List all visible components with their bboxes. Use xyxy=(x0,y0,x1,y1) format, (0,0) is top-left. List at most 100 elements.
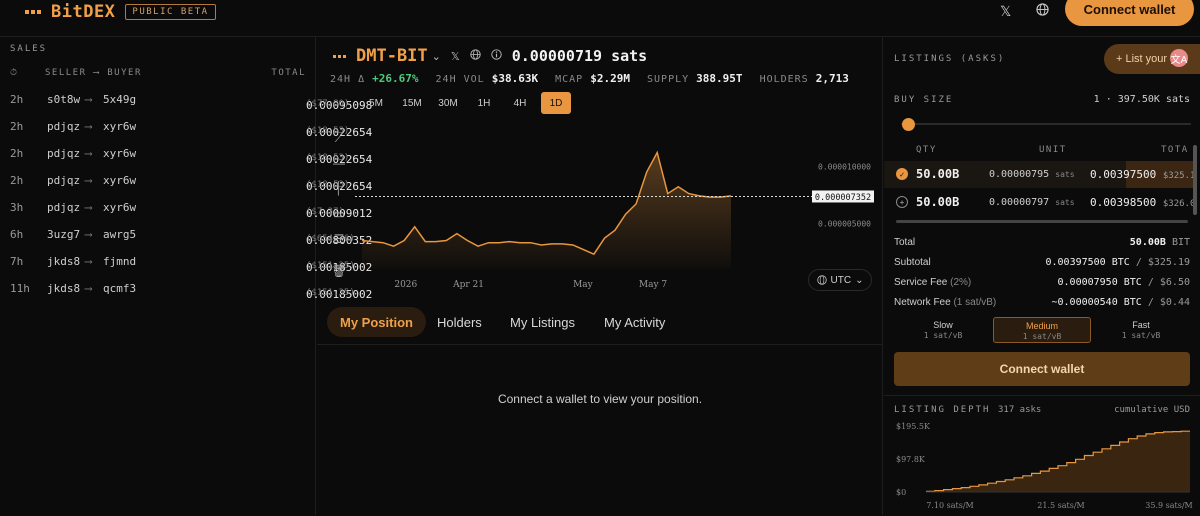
connect-wallet-main-button[interactable]: Connect wallet xyxy=(894,352,1190,386)
beta-badge: PUBLIC BETA xyxy=(125,4,216,20)
buy-size-label: BUY SIZE xyxy=(894,95,954,105)
check-icon[interactable]: ✓ xyxy=(896,168,908,180)
depth-area xyxy=(926,431,1190,492)
sale-age: 7h xyxy=(10,255,24,268)
connect-wallet-button[interactable]: Connect wallet xyxy=(1065,0,1194,26)
buy-size-slider-handle[interactable] xyxy=(902,118,915,131)
arrow-right-icon: ⟶ xyxy=(85,201,92,214)
sale-seller[interactable]: jkds8 xyxy=(47,282,80,295)
depth-y-tick: $195.5K xyxy=(896,422,931,431)
sales-row[interactable]: 3h pdjqz ⟶ xyr6w 0.00009012 ($7.37) xyxy=(0,195,372,222)
sales-row[interactable]: 6h 3uzg7 ⟶ awrg5 0.00800352 ($654.76) xyxy=(0,222,372,249)
ask-total: 0.00397500 $325.1 xyxy=(1090,168,1196,181)
sale-seller[interactable]: pdjqz xyxy=(47,120,80,133)
sales-row[interactable]: 7h jkds8 ⟶ fjmnd 0.00185002 ($151.35) xyxy=(0,249,372,276)
y-tick-label: 0.000010000 xyxy=(818,162,871,171)
add-icon[interactable]: + xyxy=(896,196,908,208)
fee-rate: 1 sat/vB xyxy=(1022,332,1062,341)
price-chart[interactable]: 0.000007352 0.000010000 0.000005000 2026 Apr… xyxy=(317,37,883,299)
sales-row[interactable]: 2h pdjqz ⟶ xyr6w 0.00022654 ($18.53) xyxy=(0,168,372,195)
sale-buyer[interactable]: xyr6w xyxy=(103,201,136,214)
buy-size-track[interactable] xyxy=(901,123,1191,125)
ask-row[interactable]: +50.00B 0.00000797 sats 0.00398500 $326.0 xyxy=(884,189,1196,216)
ask-unit: 0.00000797 sats xyxy=(989,197,1075,208)
x-tick-label: 2026 xyxy=(394,280,417,290)
y-tick-label: 0.000005000 xyxy=(818,219,871,228)
ask-row[interactable]: ✓ 50.00B 0.00000795 sats 0.00397500 $325.1 xyxy=(884,161,1196,188)
buy-size-range: 1 · 397.50K sats xyxy=(1093,94,1190,105)
current-price-label: 0.000007352 xyxy=(815,193,871,203)
globe-icon[interactable] xyxy=(1036,3,1049,19)
vertical-scrollbar[interactable] xyxy=(1193,145,1197,215)
qty-header: QTY xyxy=(916,145,937,155)
sale-age: 2h xyxy=(10,120,24,133)
depth-x-tick: 7.10 sats/M xyxy=(926,501,973,510)
tab-my-activity[interactable]: My Activity xyxy=(591,307,678,337)
depth-y-tick: $0 xyxy=(896,488,906,497)
clock-icon: ⏱ xyxy=(10,68,19,78)
depth-y-tick: $97.8K xyxy=(896,455,926,464)
total-header: TOTA xyxy=(1161,145,1189,155)
arrow-right-icon: ⟶ xyxy=(85,120,92,133)
position-tabs: My Position Holders My Listings My Activity xyxy=(317,299,883,345)
arrow-right-icon: ⟶ xyxy=(85,228,92,241)
sale-age: 2h xyxy=(10,174,24,187)
fee-label: Fast xyxy=(1132,320,1150,330)
translate-icon[interactable]: 文A xyxy=(1170,49,1188,67)
listings-title: LISTINGS (ASKS) xyxy=(894,54,1006,64)
arrow-right-icon: ⟶ xyxy=(85,174,92,187)
sale-buyer[interactable]: xyr6w xyxy=(103,147,136,160)
x-tick-label: Apr 21 xyxy=(452,280,484,290)
sales-panel: SALES ⏱ SELLER ⟶ BUYER TOTAL 2h s0t8w ⟶ 5x4… xyxy=(0,37,372,515)
tab-holders[interactable]: Holders xyxy=(424,307,495,337)
brand-logo[interactable]: BitDEX PUBLIC BETA xyxy=(25,2,216,22)
depth-x-tick: 35.9 sats/M xyxy=(1145,501,1192,510)
sale-buyer[interactable]: xyr6w xyxy=(103,174,136,187)
empty-position-message: Connect a wallet to view your position. xyxy=(497,392,703,406)
fee-option-medium[interactable]: Medium 1 sat/vB xyxy=(993,317,1091,343)
sales-row[interactable]: 2h pdjqz ⟶ xyr6w 0.00022654 ($18.53) xyxy=(0,141,372,168)
sales-row[interactable]: 2h s0t8w ⟶ 5x49g 0.00095098 ($77.80) xyxy=(0,87,372,114)
x-tick-label: May 7 xyxy=(639,280,668,290)
listings-panel: LISTINGS (ASKS) + List your 文A BUY SIZE … xyxy=(884,37,1200,515)
depth-x-tick: 21.5 sats/M xyxy=(1037,501,1084,510)
sale-buyer[interactable]: qcmf3 xyxy=(103,282,136,295)
ask-qty: 50.00B xyxy=(916,167,960,181)
sale-seller[interactable]: s0t8w xyxy=(47,93,80,106)
fee-option-fast[interactable]: Fast 1 sat/vB xyxy=(1092,317,1190,343)
horizontal-scrollbar[interactable] xyxy=(896,220,1188,223)
sale-buyer[interactable]: awrg5 xyxy=(103,228,136,241)
sales-row[interactable]: 11h jkds8 ⟶ qcmf3 0.00185002 ($151.35) xyxy=(0,276,372,303)
tab-my-position[interactable]: My Position xyxy=(327,307,426,337)
chart-panel: DMT-BIT ⌄ 𝕏 0.00000719 sats 24H Δ +26.67… xyxy=(317,37,883,515)
sale-seller[interactable]: pdjqz xyxy=(47,201,80,214)
globe-icon xyxy=(816,275,827,285)
arrow-right-icon: ⟶ xyxy=(85,93,92,106)
sale-seller[interactable]: 3uzg7 xyxy=(47,228,80,241)
seller-buyer-header: SELLER ⟶ BUYER xyxy=(45,68,142,78)
x-icon[interactable]: 𝕏 xyxy=(1000,3,1011,20)
tab-my-listings[interactable]: My Listings xyxy=(497,307,588,337)
sale-age: 6h xyxy=(10,228,24,241)
total-header: TOTAL xyxy=(271,68,306,78)
sale-seller[interactable]: pdjqz xyxy=(47,174,80,187)
arrow-right-icon: ⟶ xyxy=(85,147,92,160)
chevron-down-icon: ⌄ xyxy=(855,274,864,286)
fee-label: Medium xyxy=(1025,321,1058,331)
sale-buyer[interactable]: fjmnd xyxy=(103,255,136,268)
ask-unit: 0.00000795 sats xyxy=(989,169,1075,180)
depth-chart[interactable]: $195.5K $97.8K $0 7.10 sats/M 21.5 sats/M 35.… xyxy=(884,396,1200,516)
sale-age: 2h xyxy=(10,93,24,106)
fee-option-slow[interactable]: Slow 1 sat/vB xyxy=(894,317,992,343)
sale-buyer[interactable]: 5x49g xyxy=(103,93,136,106)
ask-total: 0.00398500 $326.0 xyxy=(1090,196,1196,209)
arrow-right-icon: ⟶ xyxy=(85,282,92,295)
sale-buyer[interactable]: xyr6w xyxy=(103,120,136,133)
sale-seller[interactable]: pdjqz xyxy=(47,147,80,160)
sale-seller[interactable]: jkds8 xyxy=(47,255,80,268)
timezone-selector[interactable]: UTC ⌄ xyxy=(808,269,872,291)
x-tick-label: May xyxy=(573,280,594,290)
timezone-label: UTC xyxy=(830,274,852,286)
fee-rate: 1 sat/vB xyxy=(923,331,963,340)
sales-row[interactable]: 2h pdjqz ⟶ xyr6w 0.00022654 ($18.53) xyxy=(0,114,372,141)
